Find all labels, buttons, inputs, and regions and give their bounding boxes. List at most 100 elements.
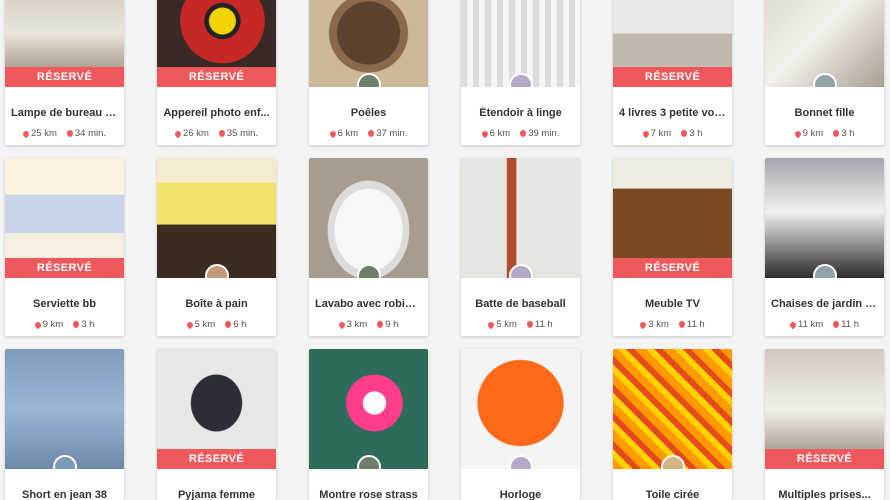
distance: 3 km [337,319,367,330]
time-ago: 11 h [833,319,859,330]
distance-value: 11 km [798,319,824,330]
listing-title: Serviette bb [33,298,96,310]
user-avatar[interactable] [204,264,229,278]
listing-card[interactable]: Short en jean 38 [5,349,124,500]
listing-title: Meuble TV [644,298,700,310]
flame-icon [218,130,225,137]
time-ago: 11 h [526,319,553,330]
time-ago: 6 h [225,319,246,330]
location-pin-icon [639,320,648,329]
listing-photo [461,158,580,278]
listing-title: Lampe de bureau o... [11,107,118,119]
listing-card[interactable]: Étendoir à linge 6 km 39 min. [461,0,580,145]
listing-title: Chaises de jardin e... [771,298,878,310]
time-value: 3 h [689,128,703,139]
listing-card[interactable]: RÉSERVÉ Appereil photo enf... 26 km 35 min. [157,0,276,145]
time-ago: 3 h [681,128,702,139]
distance: 5 km [487,319,517,330]
listing-photo: RÉSERVÉ [613,0,732,87]
listing-card[interactable]: Batte de baseball 5 km 11 h [461,158,580,336]
listing-title: Short en jean 38 [22,489,107,500]
user-avatar[interactable] [356,455,381,469]
listing-photo [157,158,276,278]
time-value: 35 min. [226,128,259,139]
distance: 9 km [793,128,823,139]
user-avatar[interactable] [812,264,837,278]
flame-icon [833,321,840,328]
listing-meta: 6 km 37 min. [309,128,428,139]
listing-title: Montre rose strass [319,489,418,500]
distance-value: 26 km [182,128,209,139]
location-pin-icon [33,320,42,329]
listing-card[interactable]: Poêles 6 km 37 min. [309,0,428,145]
time-ago: 39 min. [520,128,559,139]
reserved-badge: RÉSERVÉ [5,67,124,87]
time-ago: 11 h [678,319,705,330]
time-ago: 34 min. [66,128,106,139]
listing-meta: 6 km 39 min. [461,128,580,139]
user-avatar[interactable] [52,455,77,469]
flame-icon [526,321,533,328]
listing-meta: 3 km 9 h [309,319,428,330]
location-pin-icon [21,129,31,138]
listing-card[interactable]: RÉSERVÉ Meuble TV 3 km 11 h [613,158,732,336]
time-value: 11 h [841,319,859,330]
listing-card[interactable]: RÉSERVÉ Serviette bb 9 km 3 h [5,158,124,336]
location-pin-icon [337,320,346,329]
user-avatar[interactable] [660,455,685,469]
listing-photo: RÉSERVÉ [157,349,276,469]
listing-card[interactable]: Chaises de jardin e... 11 km 11 h [765,158,884,336]
listing-meta: 3 km 11 h [613,319,732,330]
listing-card[interactable]: Montre rose strass [309,349,428,500]
reserved-badge: RÉSERVÉ [5,258,124,278]
distance-value: 9 km [42,319,64,330]
time-value: 9 h [385,319,399,330]
listing-card[interactable]: RÉSERVÉ 4 livres 3 petite voi... 7 km 3 h [613,0,732,145]
listing-grid: RÉSERVÉ Lampe de bureau o... 25 km 34 min. R… [0,0,890,500]
time-value: 3 h [81,319,95,330]
time-ago: 37 min. [368,128,407,139]
user-avatar[interactable] [508,455,533,469]
location-pin-icon [173,129,183,138]
reserved-badge: RÉSERVÉ [613,258,732,278]
listing-photo [613,349,732,469]
user-avatar[interactable] [356,264,381,278]
listing-title: Poêles [350,107,387,119]
listing-title: Horloge [499,489,542,500]
time-value: 11 h [686,319,705,330]
listing-title: Appereil photo enf... [163,107,270,119]
listing-card[interactable]: Bonnet fille 9 km 3 h [765,0,884,145]
listing-card[interactable]: RÉSERVÉ Pyjama femme [157,349,276,500]
listing-title: Batte de baseball [475,298,566,310]
listing-photo [765,158,884,278]
listing-card[interactable]: Boîte à pain 5 km 6 h [157,158,276,336]
listing-card[interactable]: Lavabo avec robinet. 3 km 9 h [309,158,428,336]
listing-card[interactable]: RÉSERVÉ Lampe de bureau o... 25 km 34 min. [5,0,124,145]
listing-card[interactable]: Toile cirée [613,349,732,500]
user-avatar[interactable] [508,73,533,87]
time-value: 37 min. [376,128,408,139]
user-avatar[interactable] [508,264,533,278]
listing-photo [765,0,884,87]
listing-photo: RÉSERVÉ [765,349,884,469]
user-avatar[interactable] [356,73,381,87]
time-value: 3 h [841,128,855,139]
flame-icon [225,321,232,328]
listing-title: Bonnet fille [794,107,855,119]
distance: 11 km [788,319,824,330]
distance: 26 km [173,128,209,139]
location-pin-icon [487,320,496,329]
listing-card[interactable]: RÉSERVÉ Multiples prises... [765,349,884,500]
listing-card[interactable]: Horloge [461,349,580,500]
time-ago: 9 h [377,319,398,330]
listing-meta: 26 km 35 min. [157,128,276,139]
listing-photo: RÉSERVÉ [613,158,732,278]
distance: 9 km [33,319,64,330]
distance-value: 5 km [194,319,216,330]
listing-photo: RÉSERVÉ [5,158,124,278]
location-pin-icon [793,129,802,138]
user-avatar[interactable] [812,73,837,87]
listing-photo [461,0,580,87]
listing-title: Toile cirée [645,489,700,500]
time-value: 6 h [233,319,247,330]
